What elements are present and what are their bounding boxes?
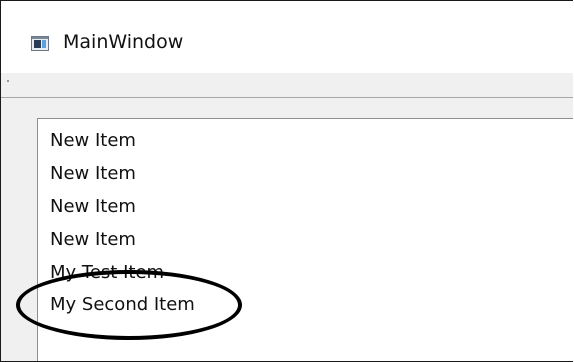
menu-bar <box>1 73 573 98</box>
title-bar[interactable]: MainWindow <box>1 1 573 73</box>
list-item[interactable]: New Item <box>50 195 136 219</box>
list-item[interactable]: New Item <box>50 228 136 252</box>
toolbar-grip-handle[interactable] <box>7 80 9 82</box>
list-item[interactable]: New Item <box>50 162 136 186</box>
list-item[interactable]: New Item <box>50 129 136 153</box>
main-window: MainWindow New Item New Item New Item Ne… <box>0 0 573 362</box>
list-item-my-test-item[interactable]: My Test Item <box>50 261 164 285</box>
window-title: MainWindow <box>63 31 184 53</box>
app-window-icon <box>31 36 49 51</box>
central-widget: New Item New Item New Item New Item My T… <box>1 98 573 361</box>
list-widget[interactable]: New Item New Item New Item New Item My T… <box>37 118 573 361</box>
list-item-my-second-item[interactable]: My Second Item <box>50 293 195 317</box>
